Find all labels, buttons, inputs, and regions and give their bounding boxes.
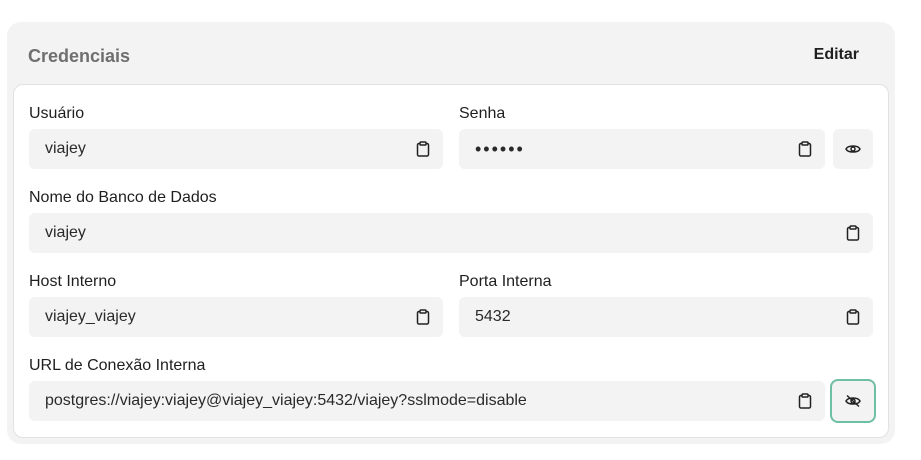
banco-field: viajey xyxy=(29,213,873,253)
url-field: postgres://viajey:viajey@viajey_viajey:5… xyxy=(29,381,825,421)
card-title: Credenciais xyxy=(28,46,131,66)
usuario-field: viajey xyxy=(29,129,443,169)
show-password-button[interactable] xyxy=(833,129,873,169)
host-value: viajey_viajey xyxy=(45,308,136,325)
senha-value: •••••• xyxy=(475,138,525,159)
hide-url-button[interactable] xyxy=(830,379,876,423)
senha-field: •••••• xyxy=(459,129,825,169)
porta-label: Porta Interna xyxy=(459,273,552,290)
usuario-label: Usuário xyxy=(29,105,85,122)
eye-icon xyxy=(845,143,861,155)
banco-value: viajey xyxy=(45,224,86,241)
senha-label: Senha xyxy=(459,105,506,122)
credentials-card: Credenciais Editar Usuário viajey Senha … xyxy=(7,22,895,444)
clipboard-icon[interactable] xyxy=(403,129,443,169)
edit-button[interactable]: Editar xyxy=(814,46,859,64)
clipboard-icon[interactable] xyxy=(833,297,873,337)
usuario-value: viajey xyxy=(45,140,86,157)
credentials-panel: Usuário viajey Senha •••••• Nome do Banc… xyxy=(13,84,889,438)
clipboard-icon[interactable] xyxy=(785,381,825,421)
url-label: URL de Conexão Interna xyxy=(29,357,206,374)
clipboard-icon[interactable] xyxy=(403,297,443,337)
clipboard-icon[interactable] xyxy=(833,213,873,253)
host-field: viajey_viajey xyxy=(29,297,443,337)
clipboard-icon[interactable] xyxy=(785,129,825,169)
host-label: Host Interno xyxy=(29,273,117,290)
porta-field: 5432 xyxy=(459,297,873,337)
banco-label: Nome do Banco de Dados xyxy=(29,189,217,206)
porta-value: 5432 xyxy=(475,308,511,325)
url-value: postgres://viajey:viajey@viajey_viajey:5… xyxy=(45,392,527,409)
eye-off-icon xyxy=(844,394,862,408)
